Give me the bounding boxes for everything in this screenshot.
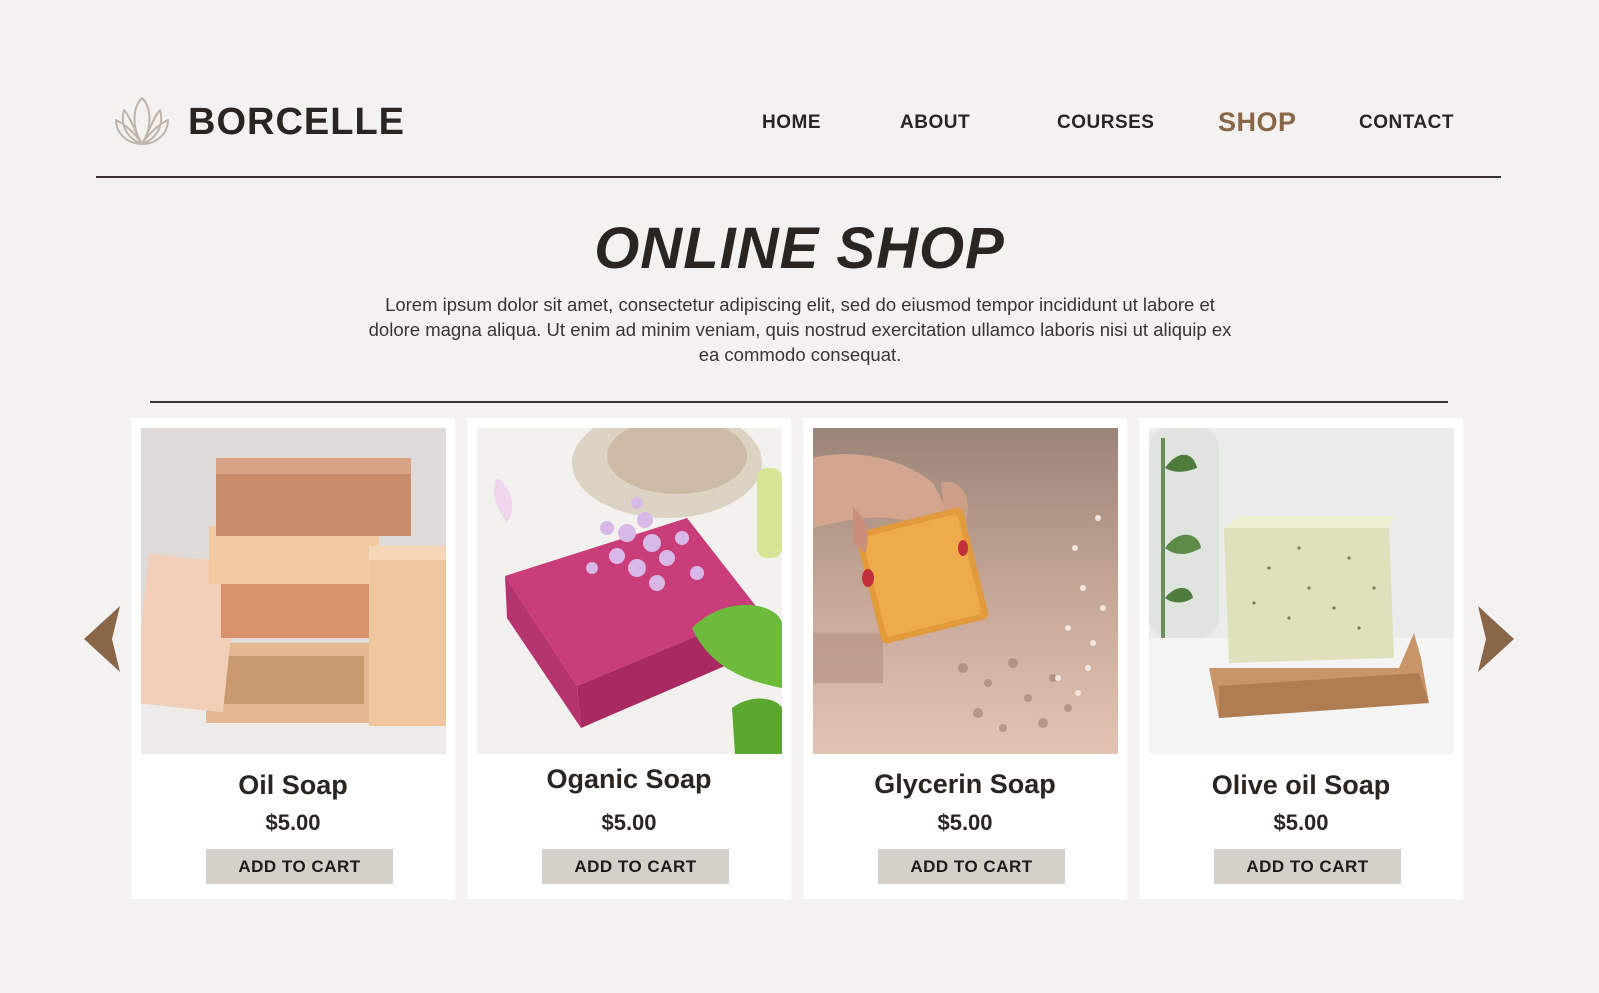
nav-courses[interactable]: COURSES [1057,112,1154,134]
product-name: Glycerin Soap [874,769,1056,799]
product-image [477,428,782,754]
product-price: $5.00 [937,810,993,835]
triangle-left-icon [84,606,120,672]
page-title: ONLINE SHOP [594,216,1005,281]
nav-contact[interactable]: CONTACT [1359,112,1454,134]
product-card: Oganic Soap $5.00 ADD TO CART [467,418,791,899]
product-name: Oganic Soap [546,764,712,794]
product-price: $5.00 [265,810,321,835]
section-divider [150,401,1448,403]
product-image [141,428,446,754]
product-price: $5.00 [1273,810,1329,835]
main-nav: HOME ABOUT COURSES SHOP CONTACT [0,107,1599,142]
add-to-cart-button[interactable]: ADD TO CART [878,849,1065,884]
carousel-next-button[interactable] [1476,604,1516,674]
header-divider [96,176,1501,178]
nav-about[interactable]: ABOUT [900,112,970,134]
nav-home[interactable]: HOME [762,112,821,134]
product-card: Glycerin Soap $5.00 ADD TO CART [803,418,1127,899]
add-to-cart-button[interactable]: ADD TO CART [542,849,729,884]
nav-shop[interactable]: SHOP [1218,107,1297,138]
page-description: Lorem ipsum dolor sit amet, consectetur … [368,294,1232,365]
product-name: Olive oil Soap [1211,770,1391,800]
add-to-cart-button[interactable]: ADD TO CART [1214,849,1401,884]
product-card: Oil Soap $5.00 ADD TO CART [131,418,455,899]
product-image [1149,428,1454,754]
product-name: Oil Soap [238,770,348,800]
product-price: $5.00 [601,810,657,835]
add-to-cart-button[interactable]: ADD TO CART [206,849,393,884]
carousel-prev-button[interactable] [82,604,122,674]
triangle-right-icon [1478,606,1514,672]
product-image [813,428,1118,754]
product-card: Olive oil Soap $5.00 ADD TO CART [1139,418,1463,899]
